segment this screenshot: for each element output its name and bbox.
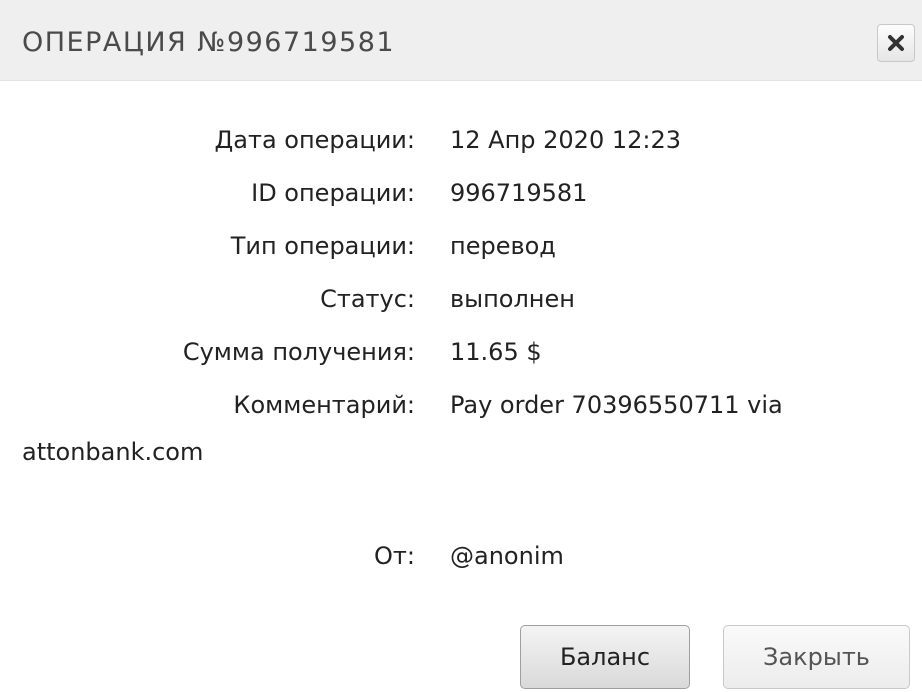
detail-value: @anonim: [450, 542, 564, 570]
detail-value: 12 Апр 2020 12:23: [450, 126, 682, 154]
detail-label: ID операции:: [251, 179, 415, 207]
detail-value: 11.65 $: [450, 338, 542, 366]
detail-row-type: Тип операции: перевод: [0, 226, 922, 266]
detail-label: Комментарий:: [233, 391, 415, 419]
detail-row-status: Статус: выполнен: [0, 279, 922, 319]
detail-row-from: От: @anonim: [0, 536, 922, 576]
dialog-header: ОПЕРАЦИЯ №996719581: [0, 0, 922, 81]
detail-label: Статус:: [320, 285, 415, 313]
detail-row-comment: Комментарий: Pay order 70396550711 via: [0, 385, 922, 425]
detail-label: От:: [374, 542, 415, 570]
detail-value: выполнен: [450, 285, 575, 313]
detail-label: Сумма получения:: [182, 338, 415, 366]
operation-dialog: ОПЕРАЦИЯ №996719581 Дата операции: 12 Ап…: [0, 0, 922, 692]
balance-button[interactable]: Баланс: [520, 625, 690, 689]
detail-row-id: ID операции: 996719581: [0, 173, 922, 213]
detail-value: Pay order 70396550711 via: [450, 391, 783, 419]
detail-value: перевод: [450, 232, 556, 260]
close-button[interactable]: Закрыть: [723, 625, 910, 689]
dialog-title: ОПЕРАЦИЯ №996719581: [22, 27, 396, 58]
detail-value: 996719581: [450, 179, 588, 207]
comment-continuation: attonbank.com: [22, 438, 204, 466]
close-x-icon: [887, 34, 905, 52]
detail-row-amount: Сумма получения: 11.65 $: [0, 332, 922, 372]
detail-label: Дата операции:: [214, 126, 415, 154]
close-dialog-button[interactable]: [877, 24, 915, 62]
detail-row-date: Дата операции: 12 Апр 2020 12:23: [0, 120, 922, 160]
detail-label: Тип операции:: [230, 232, 415, 260]
